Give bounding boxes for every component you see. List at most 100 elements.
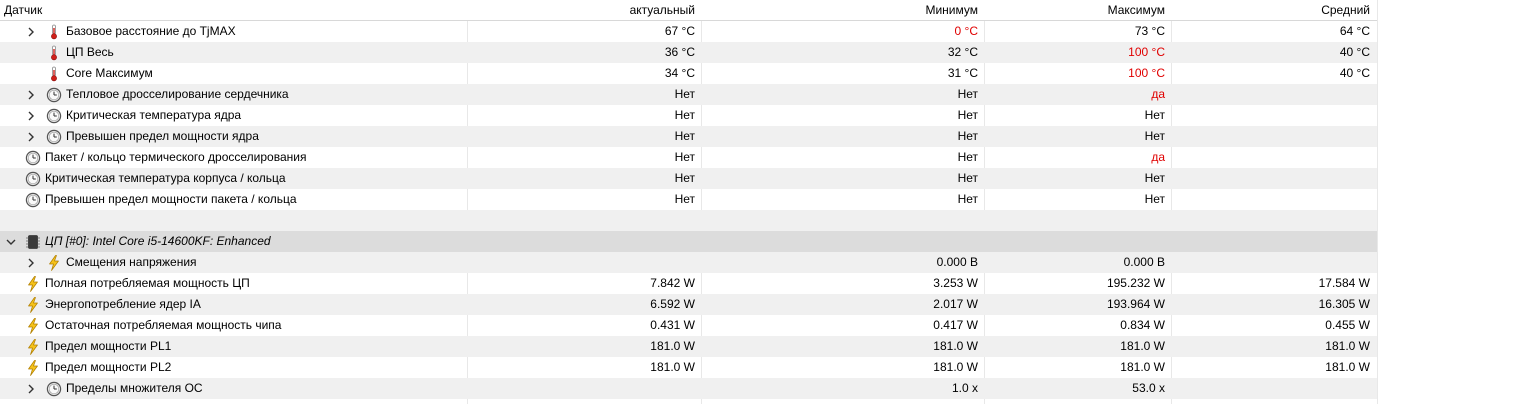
value-current: Нет — [674, 129, 695, 143]
thermometer-icon — [46, 24, 62, 40]
clock-icon — [46, 129, 62, 145]
table-row[interactable] — [0, 210, 1377, 231]
sensor-label: Core Максимум — [66, 66, 153, 80]
table-row[interactable]: Core Максимум 34 °C 31 °C 100 °C 40 °C — [0, 63, 1377, 84]
expand-chevron-icon[interactable] — [26, 105, 36, 126]
sensor-label: Предел мощности PL1 — [45, 339, 172, 353]
value-current: Нет — [674, 171, 695, 185]
table-row[interactable]: Превышен предел мощности пакета / кольца… — [0, 189, 1377, 210]
sensor-name: Core Максимум — [46, 63, 153, 84]
value-min: Нет — [957, 108, 978, 122]
table-row[interactable]: Предел мощности PL1 181.0 W 181.0 W 181.0 W… — [0, 336, 1377, 357]
table-row[interactable]: Полная потребляемая мощность ЦП 7.842 W 3.… — [0, 273, 1377, 294]
value-min: 181.0 W — [933, 360, 978, 374]
value-current — [468, 378, 695, 399]
expand-chevron-icon[interactable] — [26, 378, 36, 399]
expand-chevron-icon[interactable] — [26, 21, 36, 42]
value-avg — [1172, 84, 1370, 105]
value-avg: 64 °C — [1339, 24, 1370, 38]
value-current: Нет — [674, 192, 695, 206]
table-row[interactable]: ЦП Весь 36 °C 32 °C 100 °C 40 °C — [0, 42, 1377, 63]
expand-chevron-icon[interactable] — [26, 84, 36, 105]
clock-icon — [46, 381, 62, 397]
table-row[interactable]: Критическая температура ядра Нет Нет Нет — [0, 105, 1377, 126]
value-min: Нет — [957, 129, 978, 143]
value-max: 181.0 W — [1120, 339, 1165, 353]
table-row[interactable]: Базовое расстояние до TjMAX 67 °C 0 °C 73 °… — [0, 21, 1377, 42]
sensor-label: ЦП Весь — [66, 45, 114, 59]
sensor-name: Смещения напряжения — [46, 252, 197, 273]
sensor-name: Пределы множителя OC — [46, 378, 203, 399]
table-row[interactable]: Превышен предел мощности ядра Нет Нет Нет — [0, 126, 1377, 147]
value-avg: 40 °C — [1339, 45, 1370, 59]
value-avg: 16.305 W — [1318, 297, 1370, 311]
sensor-name: Полная потребляемая мощность ЦП — [25, 273, 250, 294]
sensor-table: Датчик актуальный Минимум Максимум Средн… — [0, 0, 1534, 404]
value-max: Нет — [1144, 171, 1165, 185]
value-min: Нет — [957, 150, 978, 164]
value-min: 2.017 W — [933, 297, 978, 311]
value-max: 100 °C — [1128, 66, 1165, 80]
thermometer-icon — [46, 45, 62, 61]
column-header-avg[interactable]: Средний — [1172, 0, 1370, 20]
value-avg — [1172, 168, 1370, 189]
value-avg — [1172, 126, 1370, 147]
thermometer-icon — [46, 66, 62, 82]
sensor-name: Критическая температура ядра — [46, 105, 241, 126]
group-row[interactable]: ЦП [#0]: Intel Core i5-14600KF: Enhanced — [0, 231, 1377, 252]
sensor-name: Остаточная потребляемая мощность чипа — [25, 315, 281, 336]
value-min: 181.0 W — [933, 339, 978, 353]
value-max: 193.964 W — [1106, 297, 1165, 311]
sensor-name: Критическая температура корпуса / кольца — [25, 168, 286, 189]
column-header-max[interactable]: Максимум — [985, 0, 1165, 20]
sensor-name: Предел мощности PL2 — [25, 357, 171, 378]
value-min: Нет — [957, 171, 978, 185]
value-min: 0.417 W — [933, 318, 978, 332]
table-row[interactable]: Критическая температура корпуса / кольца… — [0, 168, 1377, 189]
expand-chevron-icon[interactable] — [26, 126, 36, 147]
value-current: Нет — [674, 108, 695, 122]
sensor-label: Остаточная потребляемая мощность чипа — [45, 318, 282, 332]
value-min — [702, 231, 978, 252]
table-row[interactable]: Остаточная потребляемая мощность чипа 0.4… — [0, 315, 1377, 336]
value-current: 0.431 W — [650, 318, 695, 332]
value-max: 53.0 x — [1132, 381, 1165, 395]
table-row[interactable]: Смещения напряжения 0.000 В 0.000 В — [0, 252, 1377, 273]
lightning-icon — [25, 338, 41, 355]
sensor-name: ЦП Весь — [46, 42, 114, 63]
table-row[interactable]: Предел мощности PL2 181.0 W 181.0 W 181.0 W… — [0, 357, 1377, 378]
sensor-label: Пределы множителя OC — [66, 381, 203, 395]
lightning-icon — [25, 317, 41, 334]
expand-chevron-icon[interactable] — [26, 252, 36, 273]
table-row[interactable]: Пакет / кольцо термического дросселирова… — [0, 147, 1377, 168]
clock-icon — [25, 150, 41, 166]
lightning-icon — [25, 275, 41, 292]
table-row[interactable]: Энергопотребление ядер IA 6.592 W 2.017 W 1… — [0, 294, 1377, 315]
value-avg: 181.0 W — [1325, 360, 1370, 374]
value-max: да — [1151, 87, 1165, 101]
clock-icon — [25, 192, 41, 208]
value-avg: 0.455 W — [1325, 318, 1370, 332]
sensor-label: Превышен предел мощности ядра — [66, 129, 259, 143]
collapse-chevron-icon[interactable] — [6, 231, 16, 252]
value-max: 181.0 W — [1120, 360, 1165, 374]
column-header-sensor[interactable]: Датчик — [4, 0, 42, 20]
sensor-name: Пакет / кольцо термического дросселирова… — [25, 147, 306, 168]
value-current — [468, 231, 695, 252]
sensor-label: Энергопотребление ядер IA — [45, 297, 201, 311]
sensor-label: Смещения напряжения — [66, 255, 197, 269]
value-current: 7.842 W — [650, 276, 695, 290]
table-row[interactable]: Пределы множителя OC 1.0 x 53.0 x — [0, 378, 1377, 399]
value-min: 32 °C — [947, 45, 978, 59]
value-min: 1.0 x — [951, 381, 978, 395]
column-header-min[interactable]: Минимум — [702, 0, 978, 20]
table-row[interactable]: Тепловое дросселирование сердечника Нет Не… — [0, 84, 1377, 105]
sensor-label: Тепловое дросселирование сердечника — [66, 87, 289, 101]
sensor-name: Превышен предел мощности пакета / кольца — [25, 189, 297, 210]
column-header-current[interactable]: актуальный — [468, 0, 695, 20]
cpu-chip-icon — [25, 234, 41, 250]
value-min: 0 °C — [954, 24, 978, 38]
sensor-label: Полная потребляемая мощность ЦП — [45, 276, 250, 290]
value-max: 73 °C — [1134, 24, 1165, 38]
value-max: Нет — [1144, 192, 1165, 206]
